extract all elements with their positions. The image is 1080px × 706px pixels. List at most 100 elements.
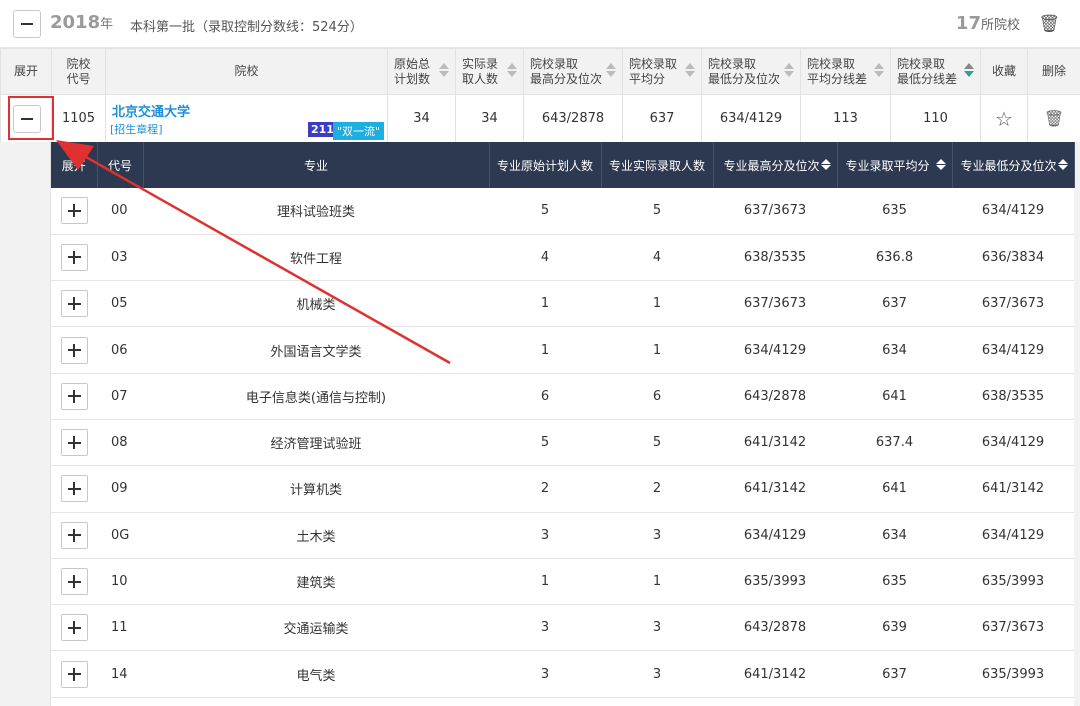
expand-major-button[interactable]: [60, 290, 88, 318]
major-col-avg[interactable]: 专业录取平均分: [837, 142, 953, 188]
major-plan: 1: [489, 558, 601, 606]
major-col-max[interactable]: 专业最高分及位次: [713, 142, 838, 188]
col-plan[interactable]: 原始总 计划数: [387, 48, 456, 95]
school-name-link[interactable]: 北京交通大学: [112, 101, 190, 120]
sort-icon[interactable]: [935, 159, 946, 170]
expand-major-button[interactable]: [60, 521, 88, 549]
sort-icon[interactable]: [439, 63, 449, 77]
school-avg: 637: [622, 94, 702, 143]
major-expand-cell: [51, 188, 97, 235]
col-min-diff[interactable]: 院校录取 最低分线差: [890, 48, 981, 95]
major-col-actual: 专业实际录取人数: [601, 142, 714, 188]
major-max: 641/3142: [713, 465, 837, 513]
col-avg[interactable]: 院校录取 平均分: [622, 48, 702, 95]
major-row: 08 经济管理试验班 5 5 641/3142 637.4 634/4129: [51, 419, 1074, 467]
major-name: 土木类: [143, 512, 489, 559]
col-expand: 展开: [0, 48, 52, 95]
major-col-code: 代号: [97, 142, 144, 188]
star-icon[interactable]: ☆: [995, 107, 1013, 131]
major-max: 634/4129: [713, 512, 837, 559]
major-max: 643/2878: [713, 604, 837, 652]
major-avg: 637.4: [837, 419, 952, 467]
major-actual: 1: [601, 280, 713, 328]
major-actual: 3: [601, 512, 713, 559]
expand-major-button[interactable]: [60, 197, 88, 225]
sort-icon[interactable]: [685, 63, 695, 77]
major-expand-cell: [51, 558, 97, 606]
major-name: 经济管理试验班: [143, 419, 489, 467]
col-max[interactable]: 院校录取 最高分及位次: [523, 48, 623, 95]
major-min: 641/3142: [952, 465, 1074, 513]
major-actual: 5: [601, 188, 713, 235]
school-table: 展开 院校 代号 院校 原始总 计划数 实际录 取人数 院校录取 最高分及位次 …: [0, 48, 1080, 143]
sort-icon[interactable]: [964, 63, 974, 77]
major-min: 635/3993: [952, 650, 1074, 698]
major-avg: 634: [837, 326, 952, 374]
school-min: 634/4129: [701, 94, 801, 143]
school-count: 17所院校: [955, 13, 1020, 34]
major-actual: 3: [601, 604, 713, 652]
school-cell: 北京交通大学 [招生章程] 211 "双一流": [105, 94, 388, 143]
major-name: 交通运输类: [143, 604, 489, 652]
major-min: 634/4129: [952, 326, 1074, 374]
major-max: 641/3142: [713, 419, 837, 467]
major-code: 10: [97, 558, 143, 606]
major-expand-cell: [51, 373, 97, 420]
expand-major-button[interactable]: [60, 429, 88, 457]
expand-major-button[interactable]: [60, 382, 88, 410]
trash-icon[interactable]: 🗑: [1044, 109, 1064, 128]
major-row: 03 软件工程 4 4 638/3535 636.8 636/3834: [51, 234, 1074, 282]
sort-icon[interactable]: [784, 63, 794, 77]
col-actual[interactable]: 实际录 取人数: [455, 48, 524, 95]
expand-major-button[interactable]: [60, 336, 88, 364]
expand-major-button[interactable]: [60, 475, 88, 503]
delete-cell: 🗑: [1027, 94, 1080, 143]
col-min[interactable]: 院校录取 最低分及位次: [701, 48, 801, 95]
major-plan: 2: [489, 465, 601, 513]
expand-major-button[interactable]: [60, 614, 88, 642]
major-expand-cell: [51, 280, 97, 328]
major-avg: 637: [837, 280, 952, 328]
sort-icon[interactable]: [1057, 159, 1068, 170]
annotation-highlight-box: [8, 96, 54, 140]
major-min: 637/3673: [952, 280, 1074, 328]
major-actual: 6: [601, 373, 713, 420]
tag-double-first-class-badge: "双一流": [333, 122, 385, 140]
major-col-plan: 专业原始计划人数: [489, 142, 602, 188]
expand-major-button[interactable]: [60, 568, 88, 596]
admission-charter-link[interactable]: [招生章程]: [110, 121, 163, 137]
plus-icon: [67, 204, 81, 218]
major-col-min[interactable]: 专业最低分及位次: [952, 142, 1075, 188]
major-col-major: 专业: [143, 142, 490, 188]
expand-major-button[interactable]: [60, 243, 88, 271]
expand-major-button[interactable]: [60, 660, 88, 688]
batch-info: 本科第一批（录取控制分数线：524分）: [130, 20, 363, 35]
plus-icon: [67, 343, 81, 357]
plus-icon: [67, 297, 81, 311]
plus-icon: [67, 482, 81, 496]
major-name: 计算机类: [143, 465, 489, 513]
col-delete: 删除: [1027, 48, 1080, 95]
col-avg-diff[interactable]: 院校录取 平均分线差: [800, 48, 891, 95]
plus-icon: [67, 621, 81, 635]
major-code: 14: [97, 650, 143, 698]
school-code: 1105: [51, 94, 106, 143]
major-avg: 635: [837, 188, 952, 235]
sort-icon[interactable]: [874, 63, 884, 77]
sort-icon[interactable]: [507, 63, 517, 77]
right-gutter: [1074, 142, 1080, 706]
major-name: 电气类: [143, 650, 489, 698]
major-expand-cell: [51, 512, 97, 559]
major-code: 05: [97, 280, 143, 328]
trash-icon[interactable]: 🗑: [1038, 14, 1060, 34]
sort-icon[interactable]: [606, 63, 616, 77]
major-avg: 641: [837, 465, 952, 513]
collapse-year-button[interactable]: [13, 10, 41, 38]
major-code: 00: [97, 188, 143, 235]
major-actual: 3: [601, 650, 713, 698]
major-min: 637/3673: [952, 604, 1074, 652]
major-max: 634/4129: [713, 326, 837, 374]
major-header-row: 展开 代号 专业 专业原始计划人数 专业实际录取人数 专业最高分及位次 专业录取…: [51, 142, 1075, 188]
major-actual: 2: [601, 465, 713, 513]
sort-icon[interactable]: [820, 159, 831, 170]
